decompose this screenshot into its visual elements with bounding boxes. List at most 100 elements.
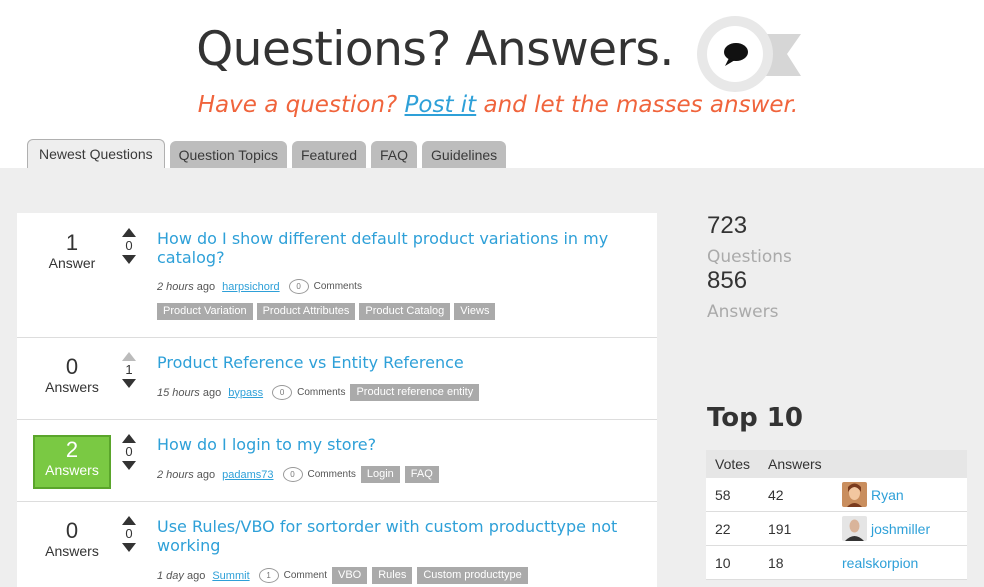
tab-featured[interactable]: Featured — [291, 141, 367, 170]
question-list: 1 Answer 0 How do I show different defau… — [17, 213, 657, 587]
post-age: 15 hours ago — [157, 386, 222, 399]
vote-widget: 0 — [121, 434, 137, 470]
comment-icon[interactable]: 1 — [258, 568, 279, 583]
answer-count-number: 0 — [65, 518, 79, 543]
user-votes: 10 — [715, 554, 731, 571]
vote-widget: 1 — [121, 352, 137, 388]
avatar[interactable] — [842, 516, 867, 541]
user-answers: 42 — [768, 486, 784, 503]
comment-icon[interactable]: 0 — [272, 385, 293, 400]
vote-down-icon[interactable] — [122, 379, 136, 388]
answer-count: 1 Answer — [33, 231, 111, 285]
tag[interactable]: FAQ — [404, 466, 439, 483]
tab-guidelines[interactable]: Guidelines — [422, 141, 507, 170]
vote-widget: 0 — [121, 516, 137, 552]
top10-title: Top 10 — [707, 403, 803, 433]
vote-widget: 0 — [121, 228, 137, 264]
answer-count-label: Answer — [48, 255, 96, 271]
tag[interactable]: Product Attributes — [256, 303, 356, 320]
answers-column-header: Answers — [768, 456, 822, 472]
answers-count: 856 — [707, 267, 748, 294]
tag[interactable]: Rules — [372, 567, 413, 584]
comment-icon[interactable]: 0 — [282, 467, 303, 482]
tag[interactable]: Product reference entity — [350, 384, 480, 401]
post-age: 2 hours ago — [157, 280, 216, 293]
tag[interactable]: Login — [360, 466, 400, 483]
questions-label: Questions — [707, 247, 792, 267]
answers-label: Answers — [707, 302, 779, 322]
votes-column-header: Votes — [715, 456, 751, 472]
top10-row: 22 191 joshmiller — [706, 512, 967, 546]
question-title[interactable]: How do I login to my store? — [157, 435, 627, 454]
vote-up-icon[interactable] — [122, 352, 136, 361]
user-answers: 18 — [768, 554, 784, 571]
answer-count-number: 2 — [65, 437, 79, 462]
comment-icon[interactable]: 0 — [288, 279, 309, 294]
tag[interactable]: Custom producttype — [417, 567, 528, 584]
user-link[interactable]: Ryan — [871, 487, 904, 503]
question-row: 2 Answers 0 How do I login to my store? … — [17, 420, 657, 502]
vote-down-icon[interactable] — [122, 255, 136, 264]
vote-count: 0 — [125, 238, 133, 253]
question-meta: 15 hours ago bypass 0 Comments Product r… — [157, 384, 480, 401]
question-row: 0 Answers 1 Product Reference vs Entity … — [17, 338, 657, 420]
top10-row: 10 18 realskorpion — [706, 546, 967, 580]
comments-label: Comments — [313, 281, 362, 292]
user-link[interactable]: realskorpion — [842, 555, 918, 571]
top10-table: Votes Answers 58 42 Ryan 22 191 joshmill… — [706, 450, 967, 580]
question-row: 0 Answers 0 Use Rules/VBO for sortorder … — [17, 502, 657, 587]
user-votes: 22 — [715, 520, 731, 537]
question-meta: 2 hours ago padams73 0 Comments Login FA… — [157, 466, 439, 483]
answer-count-accepted: 2 Answers — [33, 435, 111, 489]
tab-faq[interactable]: FAQ — [371, 141, 418, 170]
answer-count-number: 0 — [65, 354, 79, 379]
tag[interactable]: Product Catalog — [359, 303, 451, 320]
author-link[interactable]: harpsichord — [222, 281, 279, 293]
speech-bubble-logo-icon — [697, 16, 801, 92]
question-title[interactable]: Product Reference vs Entity Reference — [157, 353, 627, 372]
tag[interactable]: Views — [454, 303, 496, 320]
comments-label: Comments — [297, 387, 346, 398]
vote-count: 1 — [125, 362, 133, 377]
comments-label: Comments — [307, 469, 356, 480]
top10-row: 58 42 Ryan — [706, 478, 967, 512]
avatar[interactable] — [842, 482, 867, 507]
question-title[interactable]: How do I show different default product … — [157, 229, 627, 267]
tagline-text-before: Have a question? — [197, 92, 398, 118]
user-votes: 58 — [715, 486, 731, 503]
question-meta: 2 hours ago harpsichord 0 Comments — [157, 279, 362, 294]
vote-up-icon[interactable] — [122, 516, 136, 525]
tab-bar: Newest Questions Question Topics Feature… — [27, 139, 507, 170]
question-title[interactable]: Use Rules/VBO for sortorder with custom … — [157, 517, 627, 555]
vote-count: 0 — [125, 444, 133, 459]
post-it-link[interactable]: Post it — [405, 92, 477, 118]
author-link[interactable]: padams73 — [222, 469, 273, 481]
post-age: 2 hours ago — [157, 468, 216, 481]
vote-count: 0 — [125, 526, 133, 541]
user-link[interactable]: joshmiller — [871, 521, 930, 537]
vote-down-icon[interactable] — [122, 461, 136, 470]
question-row: 1 Answer 0 How do I show different defau… — [17, 213, 657, 338]
author-link[interactable]: Summit — [212, 570, 249, 582]
tab-question-topics[interactable]: Question Topics — [169, 141, 287, 170]
answer-count-number: 1 — [65, 230, 79, 255]
question-meta: 1 day ago Summit 1 Comment VBO Rules Cus… — [157, 567, 528, 584]
vote-up-icon[interactable] — [122, 434, 136, 443]
tag[interactable]: Product Variation — [157, 303, 253, 320]
vote-up-icon[interactable] — [122, 228, 136, 237]
answer-count: 0 Answers — [33, 355, 111, 409]
tag[interactable]: VBO — [331, 567, 368, 584]
answer-count-label: Answers — [45, 462, 99, 478]
vote-down-icon[interactable] — [122, 543, 136, 552]
top10-header: Votes Answers — [706, 450, 967, 478]
post-age: 1 day ago — [157, 569, 206, 582]
answer-count-label: Answers — [45, 379, 99, 395]
answer-count-label: Answers — [45, 543, 99, 559]
tagline-text-after: and let the masses answer. — [483, 92, 799, 118]
user-answers: 191 — [768, 520, 792, 537]
author-link[interactable]: bypass — [228, 387, 263, 399]
tab-newest-questions[interactable]: Newest Questions — [27, 139, 165, 169]
tag-list: Product Variation Product Attributes Pro… — [157, 303, 496, 320]
tagline: Have a question? Post it and let the mas… — [0, 92, 984, 118]
questions-count: 723 — [707, 212, 748, 239]
